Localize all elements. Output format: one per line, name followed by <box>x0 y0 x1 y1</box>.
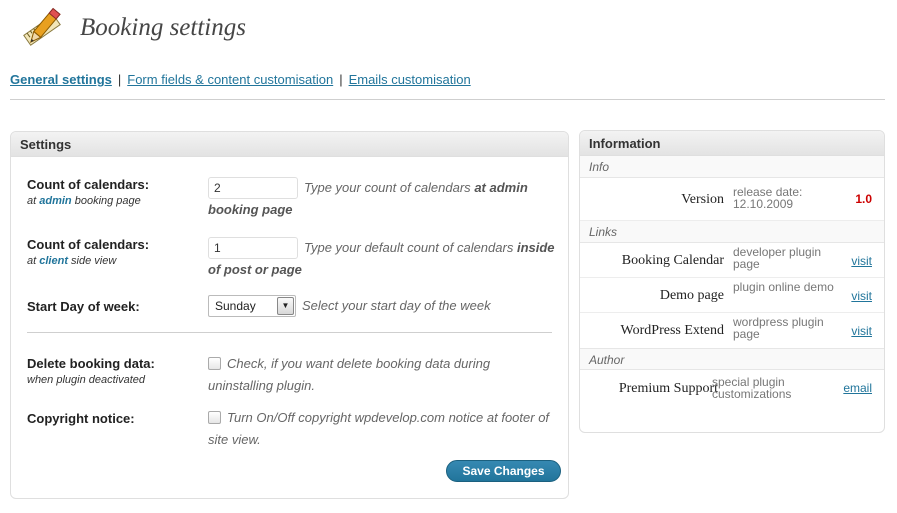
start-day-hint: Select your start day of the week <box>302 298 491 313</box>
client-calendars-hint: Type your default count of calendars <box>304 240 514 255</box>
tab-separator: | <box>117 72 122 87</box>
links-section-label: Links <box>580 221 884 243</box>
page-title: Booking settings <box>80 14 246 41</box>
booking-pencil-ruler-icon <box>23 7 61 46</box>
admin-calendars-hint: Type your count of calendars <box>304 180 471 195</box>
client-calendars-input[interactable]: 1 <box>208 237 298 259</box>
information-panel-title: Information <box>580 131 884 156</box>
client-calendars-label: Count of calendars: <box>27 237 150 252</box>
link-row: WordPress Extend wordpress plugin page v… <box>580 313 884 348</box>
admin-calendars-input[interactable]: 2 <box>208 177 298 199</box>
link-wordpress-extend-desc: wordpress plugin page <box>733 315 824 341</box>
information-panel: Information Info Version release date: 1… <box>579 130 885 433</box>
link-demo-page-desc: plugin online demo <box>733 280 834 294</box>
tab-emails[interactable]: Emails customisation <box>349 72 471 87</box>
author-email-link[interactable]: email <box>843 381 872 395</box>
save-changes-button[interactable]: Save Changes <box>446 460 561 482</box>
author-section-label: Author <box>580 348 884 370</box>
copyright-label: Copyright notice: <box>27 411 135 426</box>
version-key: Version <box>681 192 724 207</box>
link-booking-calendar-key: Booking Calendar <box>621 253 724 268</box>
copyright-hint: Turn On/Off copyright wpdevelop.com noti… <box>208 410 550 447</box>
tab-separator: | <box>339 72 343 87</box>
delete-data-label: Delete booking data: <box>27 356 155 371</box>
author-desc: special plugin customizations <box>712 375 792 401</box>
info-section-label: Info <box>580 156 884 178</box>
settings-divider <box>27 332 552 333</box>
settings-tabs: General settings | Form fields & content c… <box>10 72 471 87</box>
settings-panel: Settings Count of calendars: at admin bo… <box>10 131 569 499</box>
author-key: Premium Support <box>618 381 718 396</box>
copyright-checkbox[interactable] <box>208 411 221 424</box>
version-release-date: release date: 12.10.2009 <box>733 185 803 211</box>
link-wordpress-extend-visit[interactable]: visit <box>851 324 872 338</box>
link-row: Booking Calendar developer plugin page v… <box>580 243 884 278</box>
chevron-down-icon[interactable]: ▼ <box>277 297 294 315</box>
client-calendars-sublabel: at client side view <box>27 255 117 267</box>
tab-general-settings[interactable]: General settings <box>10 72 112 87</box>
version-row: Version release date: 12.10.2009 1.0 <box>580 178 884 221</box>
link-row: Demo page plugin online demo visit <box>580 278 884 313</box>
link-wordpress-extend-key: WordPress Extend <box>620 323 724 338</box>
link-booking-calendar-visit[interactable]: visit <box>851 254 872 268</box>
start-day-label: Start Day of week: <box>27 299 140 314</box>
header-divider <box>10 99 885 100</box>
author-row: Premium Support special plugin customiza… <box>580 370 884 410</box>
link-demo-page-key: Demo page <box>659 288 724 303</box>
delete-data-sublabel: when plugin deactivated <box>27 374 146 386</box>
delete-data-checkbox[interactable] <box>208 357 221 370</box>
link-demo-page-visit[interactable]: visit <box>851 289 872 303</box>
settings-panel-title: Settings <box>11 132 568 157</box>
version-number: 1.0 <box>855 192 872 206</box>
admin-calendars-label: Count of calendars: <box>27 177 150 192</box>
delete-data-hint: Check, if you want delete booking data d… <box>208 356 491 393</box>
link-booking-calendar-desc: developer plugin page <box>733 245 822 271</box>
start-day-select[interactable]: Sunday ▼ <box>208 295 296 317</box>
tab-form-fields[interactable]: Form fields & content customisation <box>127 72 333 87</box>
admin-calendars-sublabel: at admin booking page <box>27 195 141 207</box>
